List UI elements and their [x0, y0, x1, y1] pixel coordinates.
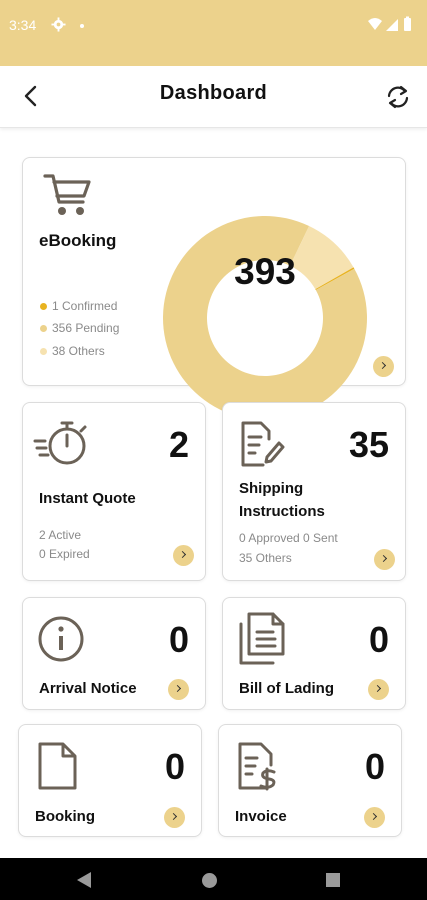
invoice-arrow-button[interactable] — [364, 807, 385, 828]
arrival-notice-card[interactable]: 0 Arrival Notice — [22, 597, 206, 710]
ebooking-arrow-button[interactable] — [373, 356, 394, 377]
info-icon — [38, 616, 84, 662]
booking-arrow-button[interactable] — [164, 807, 185, 828]
battery-icon — [404, 18, 411, 31]
document-edit-icon — [241, 421, 285, 467]
file-icon — [38, 742, 77, 790]
instant-quote-title: Instant Quote — [39, 490, 136, 507]
instant-quote-card[interactable]: 2 Instant Quote 2 Active 0 Expired — [22, 402, 206, 581]
bill-of-lading-card[interactable]: 0 Bill of Lading — [222, 597, 406, 710]
shipping-instructions-title-line2: Instructions — [239, 503, 325, 520]
instant-quote-count: 2 — [168, 424, 189, 465]
booking-count: 0 — [164, 746, 185, 787]
pending-dot — [40, 325, 47, 333]
status-bar: 3:34 — [0, 0, 427, 66]
instant-quote-arrow-button[interactable] — [173, 545, 194, 566]
signal-icon — [386, 19, 398, 31]
shipping-instructions-title: Shipping Instructions — [239, 477, 325, 523]
legend-confirmed: 1 Confirmed — [40, 299, 117, 313]
invoice-title: Invoice — [235, 808, 287, 825]
booking-card[interactable]: 0 Booking — [18, 724, 202, 837]
arrival-notice-arrow-button[interactable] — [168, 679, 189, 700]
arrival-notice-count: 0 — [168, 619, 189, 660]
system-navigation-bar — [0, 858, 427, 900]
others-dot — [40, 348, 47, 356]
stopwatch-icon — [33, 421, 87, 465]
refresh-button[interactable] — [383, 82, 413, 112]
legend-others: 38 Others — [40, 344, 105, 358]
arrival-notice-title: Arrival Notice — [39, 680, 137, 697]
bill-of-lading-arrow-button[interactable] — [368, 679, 389, 700]
legend-confirmed-label: 1 Confirmed — [52, 299, 118, 313]
shipping-instructions-arrow-button[interactable] — [374, 549, 395, 570]
legend-others-label: 38 Others — [52, 344, 105, 358]
confirmed-dot — [40, 303, 47, 311]
page-title: Dashboard — [159, 82, 268, 104]
status-time: 3:34 — [9, 17, 37, 33]
documents-icon — [239, 612, 285, 665]
nav-back-button[interactable] — [77, 872, 91, 888]
invoice-icon — [238, 742, 276, 791]
shopping-cart-icon — [43, 174, 91, 215]
shipping-instructions-title-line1: Shipping — [239, 480, 304, 497]
bill-of-lading-count: 0 — [368, 619, 389, 660]
ebooking-total: 393 — [234, 251, 296, 292]
shipping-instructions-status: 0 Approved 0 Sent — [239, 531, 338, 545]
invoice-card[interactable]: 0 Invoice — [218, 724, 402, 837]
nav-home-button[interactable] — [202, 873, 217, 888]
shipping-instructions-others: 35 Others — [239, 551, 292, 565]
legend-pending-label: 356 Pending — [52, 321, 120, 335]
shipping-instructions-count: 35 — [348, 424, 389, 465]
app-bar: Dashboard — [0, 66, 427, 128]
shipping-instructions-card[interactable]: 35 Shipping Instructions 0 Approved 0 Se… — [222, 402, 406, 581]
ebooking-card[interactable]: eBooking 1 Confirmed 356 Pending 38 Othe… — [22, 157, 406, 420]
bill-of-lading-title: Bill of Lading — [239, 680, 334, 697]
gear-icon — [51, 17, 66, 32]
booking-title: Booking — [35, 808, 95, 825]
nav-recents-button[interactable] — [326, 873, 340, 887]
ebooking-title: eBooking — [39, 231, 117, 250]
instant-quote-expired: 0 Expired — [39, 547, 90, 561]
refresh-icon — [387, 85, 409, 109]
notification-dot-icon — [80, 24, 84, 28]
instant-quote-active: 2 Active — [39, 528, 82, 542]
ebooking-donut-chart — [163, 216, 367, 420]
invoice-count: 0 — [364, 746, 385, 787]
system-status-icons — [368, 16, 411, 31]
legend-pending: 356 Pending — [40, 321, 119, 335]
wifi-icon — [368, 18, 382, 30]
